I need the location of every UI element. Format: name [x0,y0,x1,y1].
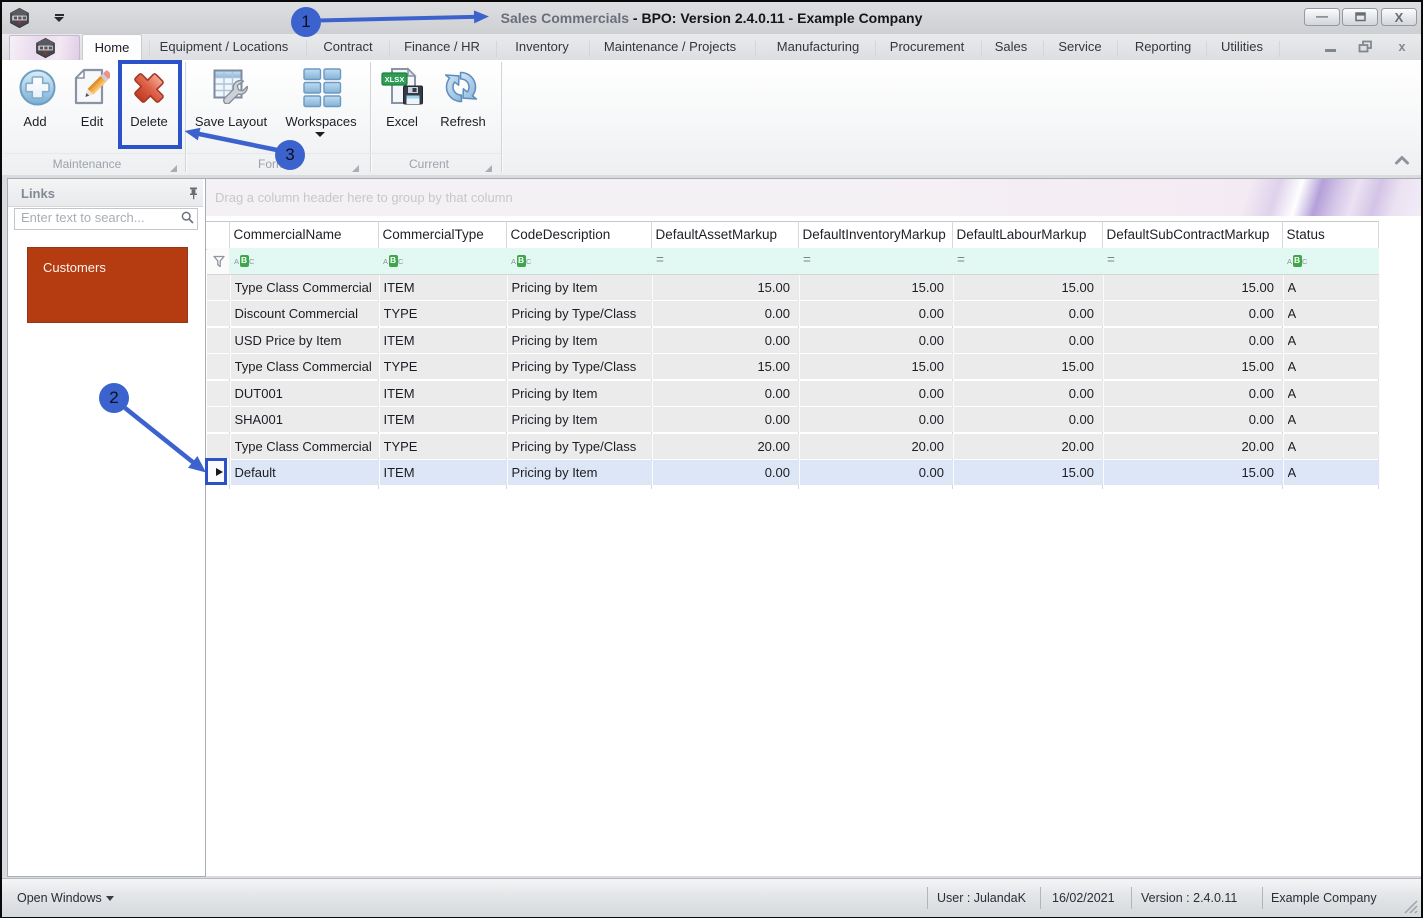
svg-text:XLSX: XLSX [385,75,405,84]
